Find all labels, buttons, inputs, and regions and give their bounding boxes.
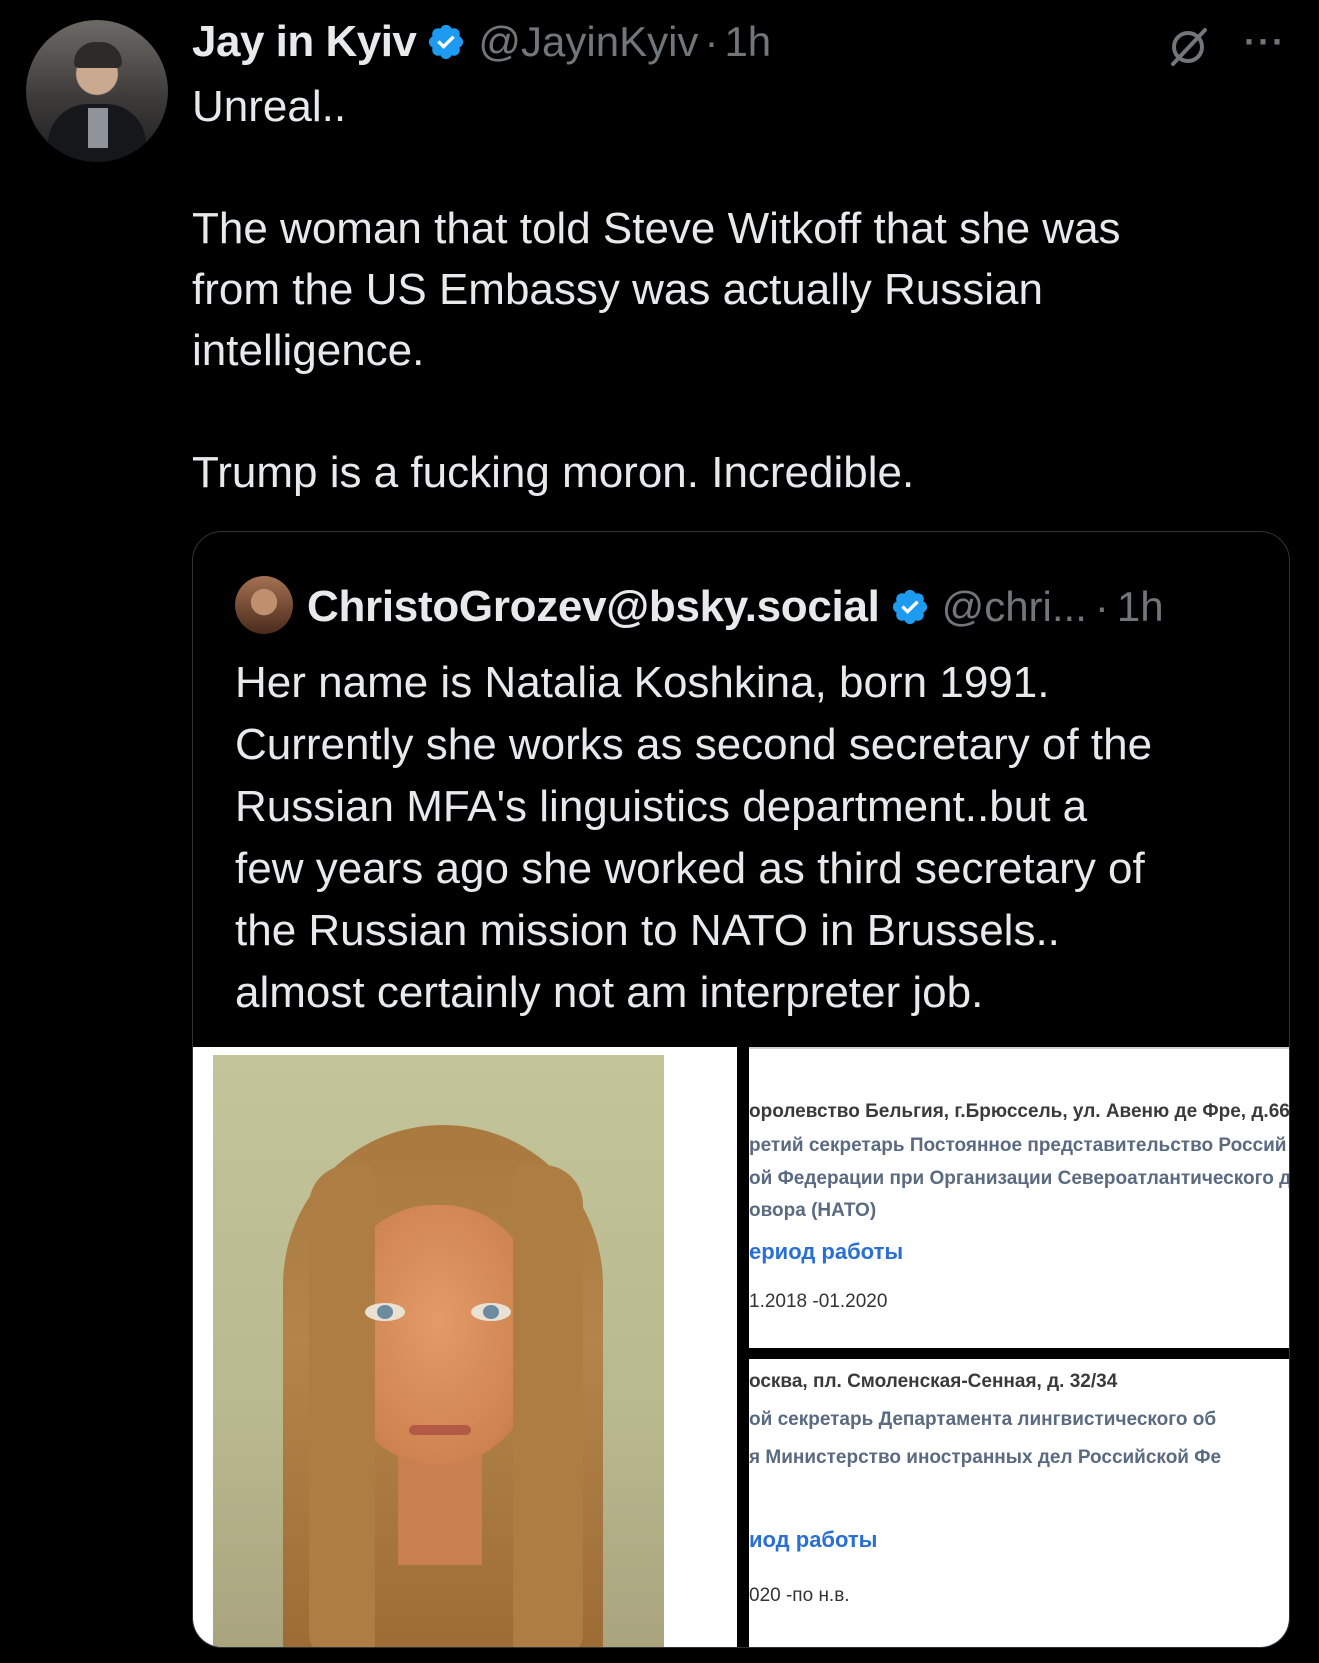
verified-badge-icon [892, 589, 927, 625]
author-name[interactable]: Jay in Kyiv [192, 17, 417, 67]
doc-position: я Министерство иностранных дел Российско… [749, 1447, 1222, 1468]
doc-position: овора (НАТО) [749, 1200, 877, 1221]
media-document-2[interactable]: осква, пл. Смоленская-Сенная, д. 32/34 о… [749, 1359, 1289, 1647]
media-document-1[interactable]: оролевство Бельгия, г.Брюссель, ул. Авен… [749, 1047, 1290, 1350]
doc-period-label: ериод работы [749, 1239, 904, 1264]
quoted-tweet[interactable]: ChristoGrozev@bsky.social @chri... · 1h … [192, 531, 1290, 1648]
doc-dates: 1.2018 -01.2020 [749, 1291, 888, 1312]
doc-position: ой секретарь Департамента лингвистическо… [749, 1409, 1217, 1430]
doc-position: ретий секретарь Постоянное представитель… [749, 1135, 1287, 1156]
doc-dates: 020 -по н.в. [749, 1585, 850, 1606]
separator-dot: · [704, 18, 719, 65]
doc-address: осква, пл. Смоленская-Сенная, д. 32/34 [749, 1371, 1118, 1392]
grok-icon[interactable] [1165, 24, 1211, 70]
tweet-time[interactable]: 1h [724, 18, 771, 66]
quoted-tweet-time[interactable]: 1h [1117, 583, 1164, 631]
quoted-tweet-text: Her name is Natalia Koshkina, born 1991.… [235, 658, 1153, 1017]
media-photo[interactable] [193, 1047, 737, 1647]
quoted-media-grid: оролевство Бельгия, г.Брюссель, ул. Авен… [193, 1047, 1290, 1647]
quoted-author-handle[interactable]: @chri... [942, 583, 1087, 631]
portrait-image [213, 1055, 664, 1647]
doc-period-label: иод работы [749, 1527, 878, 1552]
tweet-text: Unreal.. The woman that told Steve Witko… [192, 82, 1121, 497]
verified-badge-icon [429, 24, 464, 60]
author-handle[interactable]: @JayinKyiv [478, 18, 698, 66]
more-icon[interactable]: ··· [1244, 22, 1292, 62]
quoted-author-avatar[interactable] [235, 576, 293, 634]
quoted-tweet-header: ChristoGrozev@bsky.social @chri... · 1h [307, 576, 1164, 638]
doc-address: оролевство Бельгия, г.Брюссель, ул. Авен… [749, 1101, 1290, 1122]
doc-position: ой Федерации при Организации Североатлан… [749, 1168, 1290, 1189]
tweet-header: Jay in Kyiv @JayinKyiv · 1h [192, 16, 771, 68]
quoted-author-name[interactable]: ChristoGrozev@bsky.social [307, 582, 880, 632]
separator-dot: · [1094, 583, 1109, 630]
author-avatar[interactable] [26, 20, 168, 162]
